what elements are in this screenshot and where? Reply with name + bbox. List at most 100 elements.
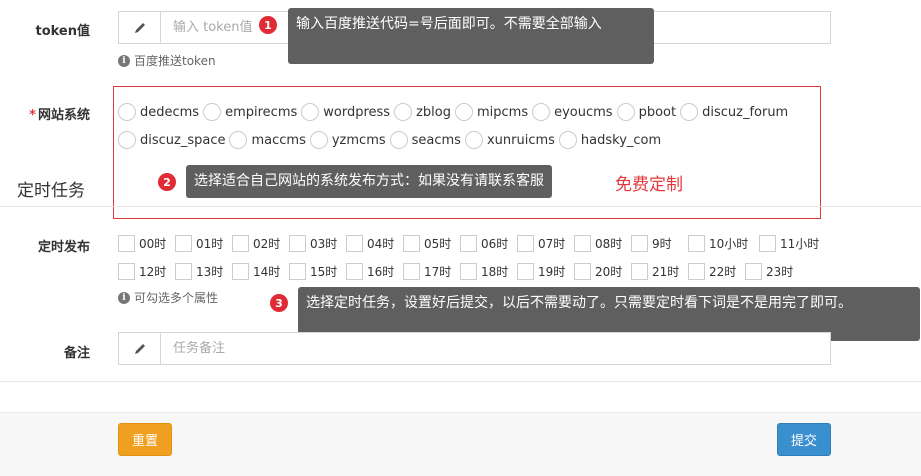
pencil-icon <box>119 333 161 364</box>
site-system-option[interactable]: wordpress <box>301 103 390 121</box>
checkbox[interactable] <box>118 235 135 252</box>
checkbox[interactable] <box>759 235 776 252</box>
checkbox[interactable] <box>460 235 477 252</box>
checkbox[interactable] <box>631 235 648 252</box>
checkbox[interactable] <box>232 235 249 252</box>
schedule-hour-option[interactable]: 19时 <box>517 263 574 280</box>
checkbox[interactable] <box>346 235 363 252</box>
checkbox[interactable] <box>175 235 192 252</box>
schedule-hour-option[interactable]: 18时 <box>460 263 517 280</box>
checkbox[interactable] <box>631 263 648 280</box>
checkbox[interactable] <box>403 235 420 252</box>
checkbox-label: 01时 <box>196 237 224 251</box>
radio-button[interactable] <box>394 103 413 121</box>
checkbox[interactable] <box>175 263 192 280</box>
site-system-option[interactable]: discuz_space <box>118 131 225 149</box>
schedule-hour-option[interactable]: 11小时 <box>759 235 830 252</box>
submit-button[interactable]: 提交 <box>777 423 831 456</box>
radio-button[interactable] <box>616 103 635 121</box>
checkbox-label: 05时 <box>424 237 452 251</box>
schedule-hour-option[interactable]: 17时 <box>403 263 460 280</box>
checkbox[interactable] <box>574 235 591 252</box>
radio-button[interactable] <box>389 131 408 149</box>
site-system-option[interactable]: zblog <box>394 103 451 121</box>
radio-button[interactable] <box>558 131 577 149</box>
schedule-hour-option[interactable]: 9时 <box>631 235 688 252</box>
radio-button[interactable] <box>118 103 136 121</box>
checkbox-label: 03时 <box>310 237 338 251</box>
radio-button[interactable] <box>532 103 551 121</box>
schedule-hour-option[interactable]: 21时 <box>631 263 688 280</box>
site-system-options-row2: discuz_space maccms yzmcms seacms xunruicms h… <box>118 131 665 149</box>
checkbox-label: 21时 <box>652 265 680 279</box>
checkbox-label: 04时 <box>367 237 395 251</box>
schedule-hour-option[interactable]: 23时 <box>745 263 802 280</box>
checkbox[interactable] <box>289 235 306 252</box>
checkbox-label: 14时 <box>253 265 281 279</box>
schedule-hour-option[interactable]: 00时 <box>118 235 175 252</box>
schedule-hour-option[interactable]: 13时 <box>175 263 232 280</box>
site-system-option[interactable]: hadsky_com <box>558 131 661 149</box>
schedule-hour-option[interactable]: 02时 <box>232 235 289 252</box>
radio-label: seacms <box>411 132 461 148</box>
checkbox[interactable] <box>745 263 762 280</box>
schedule-hour-option[interactable]: 16时 <box>346 263 403 280</box>
radio-label: wordpress <box>323 104 391 120</box>
radio-button[interactable] <box>464 131 483 149</box>
schedule-hour-option[interactable]: 04时 <box>346 235 403 252</box>
schedule-hour-option[interactable]: 22时 <box>688 263 745 280</box>
site-system-option[interactable]: pboot <box>616 103 676 121</box>
checkbox-label: 20时 <box>595 265 623 279</box>
site-system-option[interactable]: eyoucms <box>532 103 613 121</box>
checkbox[interactable] <box>688 263 705 280</box>
checkbox[interactable] <box>118 263 135 280</box>
checkbox[interactable] <box>403 263 420 280</box>
site-system-option[interactable]: yzmcms <box>309 131 386 149</box>
schedule-hour-option[interactable]: 10小时 <box>688 235 759 252</box>
schedule-hour-option[interactable]: 20时 <box>574 263 631 280</box>
site-system-option[interactable]: maccms <box>229 131 306 149</box>
schedule-hours-row1: 00时 01时 02时 03时 04时 05时 06时 07时 08时 9时 10小时 11小时 <box>118 235 830 252</box>
radio-button[interactable] <box>118 131 136 149</box>
schedule-hour-option[interactable]: 12时 <box>118 263 175 280</box>
checkbox[interactable] <box>460 263 477 280</box>
radio-button[interactable] <box>680 103 699 121</box>
site-system-option[interactable]: dedecms <box>118 103 199 121</box>
site-system-option[interactable]: discuz_forum <box>680 103 788 121</box>
remark-input[interactable] <box>161 333 830 364</box>
schedule-hour-option[interactable]: 01时 <box>175 235 232 252</box>
checkbox-label: 10小时 <box>709 237 749 251</box>
radio-button[interactable] <box>309 131 328 149</box>
checkbox-label: 9时 <box>652 237 672 251</box>
checkbox-label: 19时 <box>538 265 566 279</box>
reset-button[interactable]: 重置 <box>118 423 172 456</box>
site-system-option[interactable]: xunruicms <box>464 131 555 149</box>
schedule-label: 定时发布 <box>37 240 90 255</box>
checkbox[interactable] <box>346 263 363 280</box>
site-system-option[interactable]: seacms <box>389 131 461 149</box>
checkbox[interactable] <box>232 263 249 280</box>
schedule-hours-row2: 12时 13时 14时 15时 16时 17时 18时 19时 20时 21时 22时 23时 <box>118 263 802 280</box>
checkbox[interactable] <box>289 263 306 280</box>
radio-button[interactable] <box>454 103 473 121</box>
site-system-option[interactable]: mipcms <box>454 103 528 121</box>
schedule-hour-option[interactable]: 07时 <box>517 235 574 252</box>
radio-button[interactable] <box>301 103 320 121</box>
checkbox-label: 08时 <box>595 237 623 251</box>
schedule-hour-option[interactable]: 14时 <box>232 263 289 280</box>
schedule-hour-option[interactable]: 15时 <box>289 263 346 280</box>
radio-button[interactable] <box>229 131 248 149</box>
site-system-option[interactable]: empirecms <box>203 103 297 121</box>
checkbox[interactable] <box>517 235 534 252</box>
checkbox[interactable] <box>688 235 705 252</box>
checkbox[interactable] <box>574 263 591 280</box>
checkbox-label: 00时 <box>139 237 167 251</box>
info-icon: i <box>118 54 130 67</box>
radio-button[interactable] <box>203 103 222 121</box>
schedule-hour-option[interactable]: 03时 <box>289 235 346 252</box>
checkbox[interactable] <box>517 263 534 280</box>
schedule-hour-option[interactable]: 08时 <box>574 235 631 252</box>
annotation-badge-1: 1 <box>259 16 277 34</box>
schedule-hour-option[interactable]: 05时 <box>403 235 460 252</box>
schedule-hour-option[interactable]: 06时 <box>460 235 517 252</box>
